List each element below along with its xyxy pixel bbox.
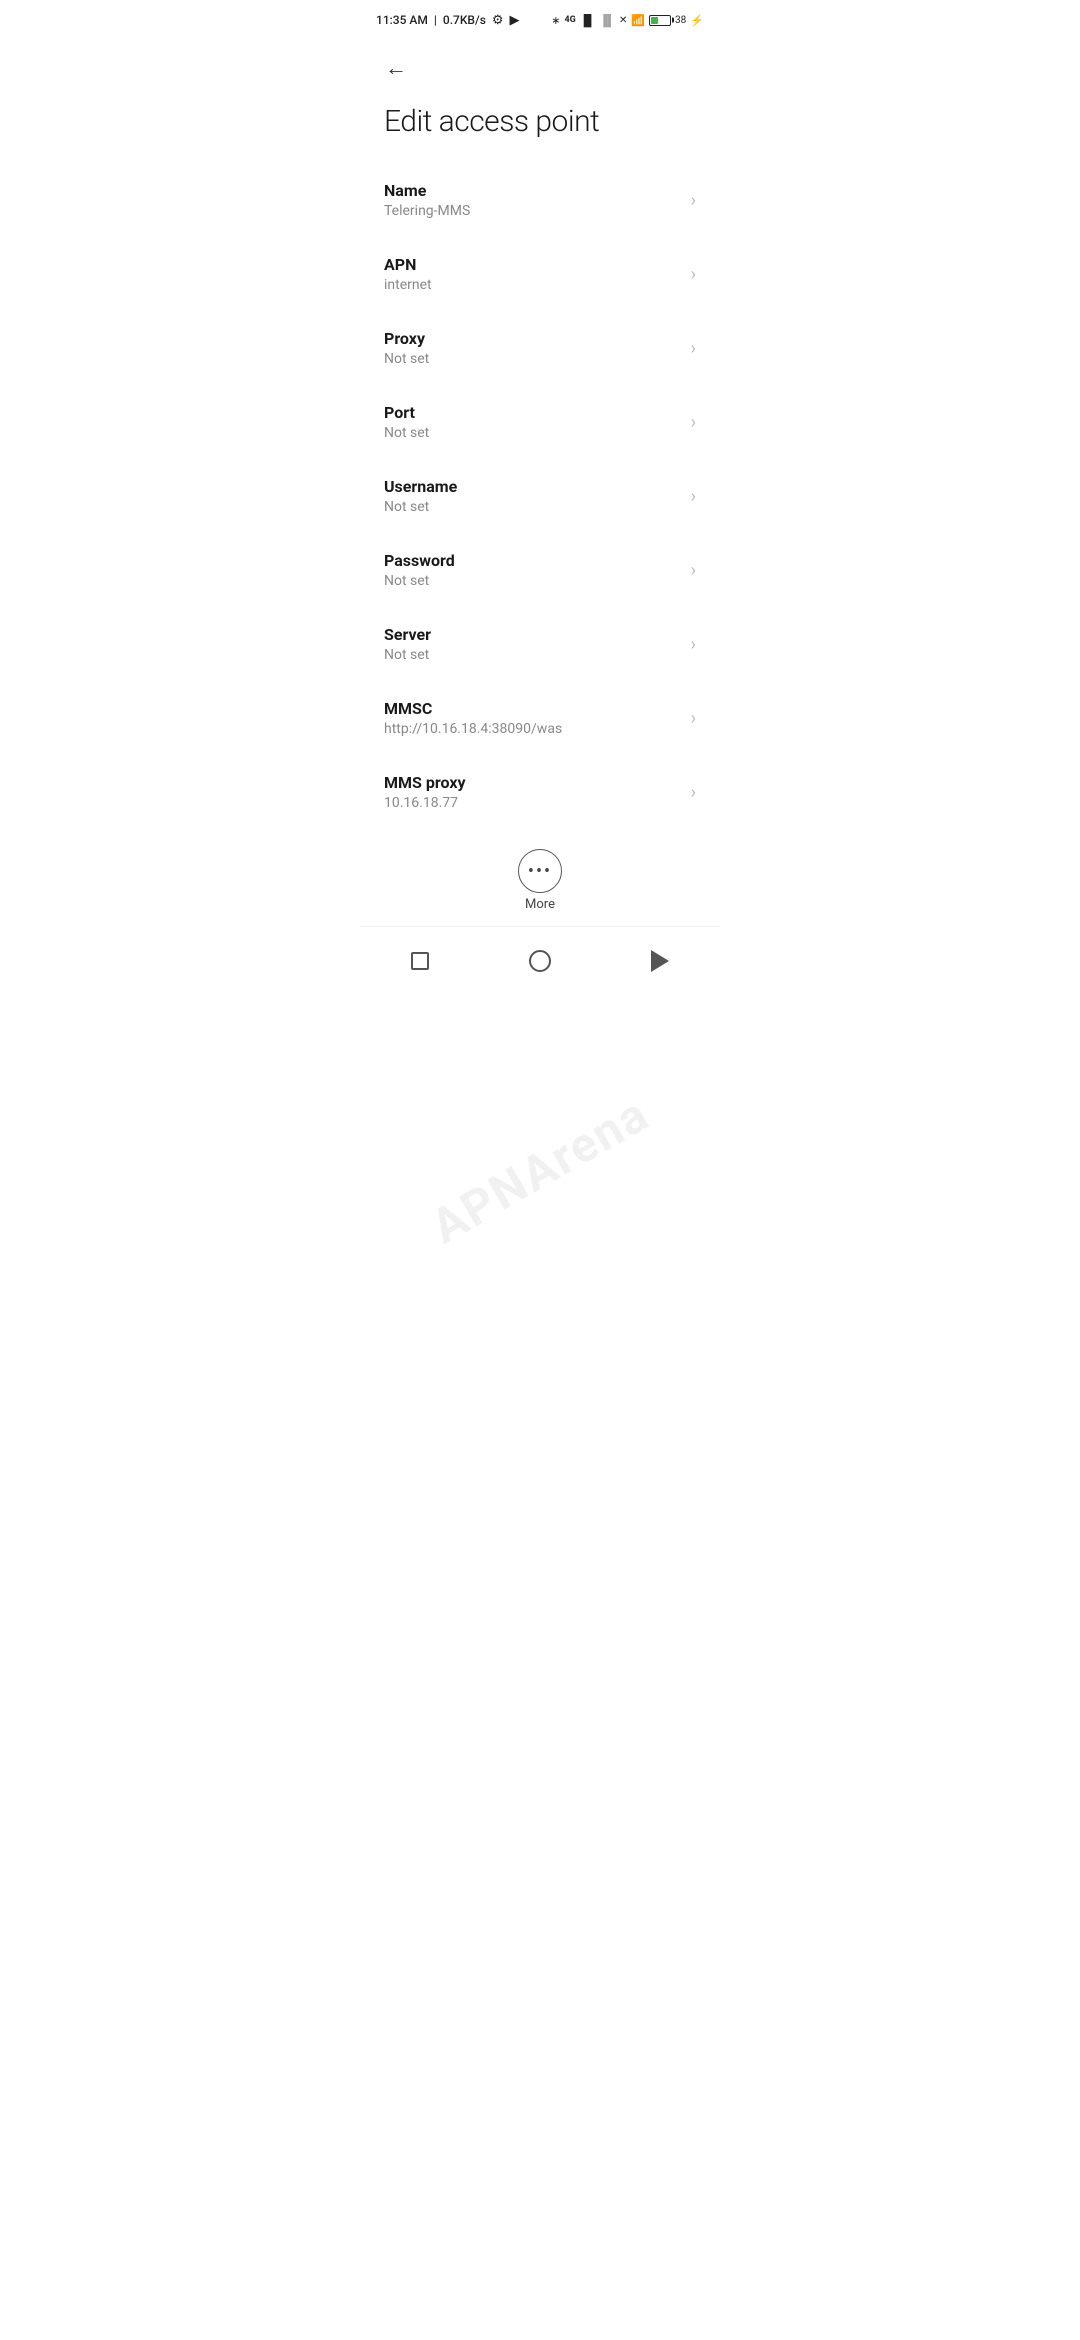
item-content: Port Not set <box>384 403 683 441</box>
item-value: 10.16.18.77 <box>384 795 683 811</box>
more-button[interactable]: ••• <box>518 849 562 893</box>
chevron-right-icon: › <box>691 708 696 729</box>
watermark: APNArena <box>421 1085 659 1255</box>
item-label: Name <box>384 181 683 200</box>
item-label: Username <box>384 477 683 496</box>
status-speed: 0.7KB/s <box>443 13 486 27</box>
item-label: APN <box>384 255 683 274</box>
item-label: MMS proxy <box>384 773 683 792</box>
home-button[interactable] <box>518 939 562 983</box>
more-section: ••• More <box>360 829 720 926</box>
recents-icon <box>411 952 429 970</box>
top-nav: ← <box>360 36 720 96</box>
battery-percent: 38 <box>675 15 686 26</box>
item-value: Telering-MMS <box>384 203 683 219</box>
settings-item[interactable]: Server Not set › <box>360 607 720 681</box>
network-4g-icon: 4G <box>564 15 575 25</box>
settings-item[interactable]: Username Not set › <box>360 459 720 533</box>
item-content: Username Not set <box>384 477 683 515</box>
charging-icon: ⚡ <box>690 14 704 27</box>
settings-item[interactable]: MMSC http://10.16.18.4:38090/was › <box>360 681 720 755</box>
chevron-right-icon: › <box>691 412 696 433</box>
more-label: More <box>525 897 555 912</box>
status-left: 11:35 AM | 0.7KB/s ⚙ ▶ <box>376 13 520 28</box>
item-label: Port <box>384 403 683 422</box>
settings-list: Name Telering-MMS › APN internet › Proxy… <box>360 163 720 829</box>
item-label: MMSC <box>384 699 683 718</box>
bluetooth-icon: ∗ <box>551 14 560 27</box>
more-dots-icon: ••• <box>528 861 552 882</box>
back-nav-button[interactable] <box>638 939 682 983</box>
signal-bars-icon: ▐▌ <box>580 14 596 27</box>
status-separator: | <box>434 13 437 27</box>
camera-icon: ▶ <box>510 13 520 28</box>
item-value: Not set <box>384 499 683 515</box>
item-value: Not set <box>384 351 683 367</box>
status-bar: 11:35 AM | 0.7KB/s ⚙ ▶ ∗ 4G ▐▌ ▐▌ ✕ 📶 38… <box>360 0 720 36</box>
chevron-right-icon: › <box>691 190 696 211</box>
back-nav-icon <box>651 950 669 972</box>
settings-item[interactable]: APN internet › <box>360 237 720 311</box>
status-time: 11:35 AM <box>376 13 428 27</box>
chevron-right-icon: › <box>691 634 696 655</box>
page-title: Edit access point <box>360 96 720 163</box>
back-arrow-icon: ← <box>385 55 407 81</box>
chevron-right-icon: › <box>691 264 696 285</box>
item-content: MMSC http://10.16.18.4:38090/was <box>384 699 683 737</box>
back-button[interactable]: ← <box>376 48 416 88</box>
settings-icon: ⚙ <box>492 13 504 28</box>
wifi-icon: 📶 <box>631 14 645 27</box>
chevron-right-icon: › <box>691 560 696 581</box>
item-content: Password Not set <box>384 551 683 589</box>
settings-item[interactable]: Name Telering-MMS › <box>360 163 720 237</box>
status-right: ∗ 4G ▐▌ ▐▌ ✕ 📶 38 ⚡ <box>551 14 704 27</box>
item-content: APN internet <box>384 255 683 293</box>
item-value: Not set <box>384 425 683 441</box>
item-value: Not set <box>384 647 683 663</box>
chevron-right-icon: › <box>691 338 696 359</box>
item-label: Proxy <box>384 329 683 348</box>
item-value: http://10.16.18.4:38090/was <box>384 721 683 737</box>
item-content: MMS proxy 10.16.18.77 <box>384 773 683 811</box>
signal-bars2-icon: ▐▌ <box>599 14 615 27</box>
settings-item[interactable]: Port Not set › <box>360 385 720 459</box>
item-label: Password <box>384 551 683 570</box>
item-value: internet <box>384 277 683 293</box>
item-content: Server Not set <box>384 625 683 663</box>
chevron-right-icon: › <box>691 486 696 507</box>
recents-button[interactable] <box>398 939 442 983</box>
item-label: Server <box>384 625 683 644</box>
item-content: Name Telering-MMS <box>384 181 683 219</box>
signal-x-icon: ✕ <box>619 15 627 26</box>
battery-icon <box>649 15 671 26</box>
settings-item[interactable]: Password Not set › <box>360 533 720 607</box>
item-content: Proxy Not set <box>384 329 683 367</box>
item-value: Not set <box>384 573 683 589</box>
chevron-right-icon: › <box>691 782 696 803</box>
settings-item[interactable]: Proxy Not set › <box>360 311 720 385</box>
home-icon <box>529 950 551 972</box>
settings-item[interactable]: MMS proxy 10.16.18.77 › <box>360 755 720 829</box>
nav-bar <box>360 926 720 1003</box>
